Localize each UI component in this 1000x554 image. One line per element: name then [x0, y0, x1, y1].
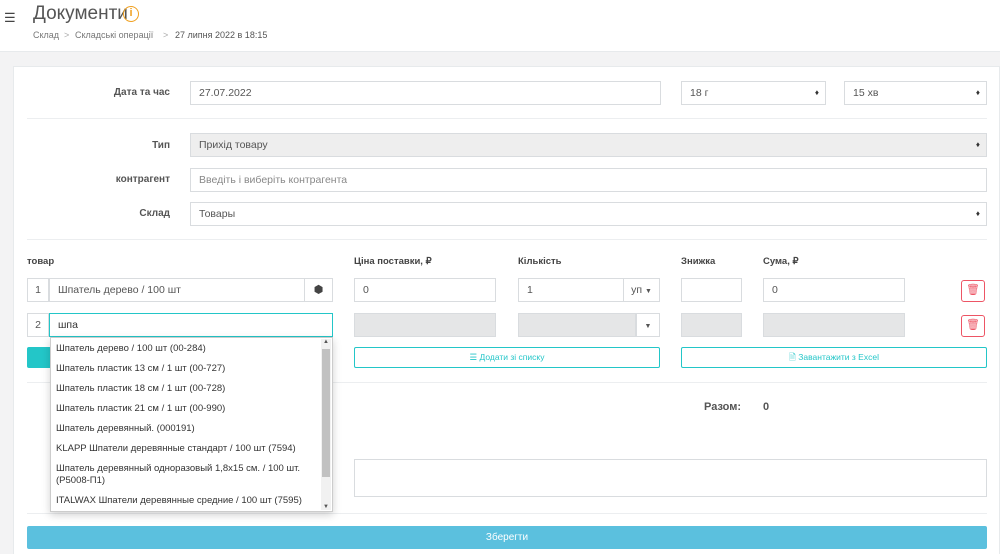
breadcrumb-separator: >	[163, 30, 169, 40]
hour-select[interactable]: 18 г	[681, 81, 826, 105]
autocomplete-dropdown: Шпатель дерево / 100 шт (00-284) Шпатель…	[50, 337, 333, 512]
price-input[interactable]: 0	[354, 278, 496, 302]
col-header-discount: Знижка	[681, 256, 716, 267]
cube-icon[interactable]: ⬢	[304, 278, 333, 302]
scroll-down-icon[interactable]: ▼	[322, 504, 330, 510]
page-title: Документи	[33, 3, 128, 24]
suggestion-item[interactable]: Шпатель деревянный одноразовый 1,8х15 см…	[56, 463, 322, 487]
divider	[27, 239, 987, 240]
suggestion-item[interactable]: ITALWAX Шпатели деревянные средние / 100…	[56, 495, 322, 507]
warehouse-select[interactable]: Товары	[190, 202, 987, 226]
save-button[interactable]: Зберегти	[27, 526, 987, 549]
breadcrumb-separator: >	[64, 30, 70, 40]
suggestion-item[interactable]: Шпатель пластик 18 см / 1 шт (00-728)	[56, 383, 322, 395]
info-icon[interactable]: i	[123, 6, 139, 22]
breadcrumb-current: 27 липня 2022 в 18:15	[175, 30, 268, 40]
delete-row-button[interactable]: 🗑	[961, 280, 985, 302]
col-header-sum: Сума, ₽	[763, 256, 799, 267]
caret-down-icon: ▼	[644, 323, 652, 330]
unit-dropdown[interactable]: уп ▼	[623, 278, 660, 302]
scrollbar-thumb[interactable]	[322, 349, 330, 477]
suggestion-item[interactable]: Шпатель дерево / 100 шт (00-284)	[56, 343, 322, 355]
scrollbar[interactable]: ▲ ▼	[321, 339, 331, 510]
suggestion-item[interactable]: Шпатель пластик 21 см / 1 шт (00-990)	[56, 403, 322, 415]
type-label: Тип	[152, 140, 170, 151]
contractor-input[interactable]: Введіть і виберіть контрагента	[190, 168, 987, 192]
date-label: Дата та час	[113, 87, 170, 98]
col-header-price: Ціна поставки, ₽	[354, 256, 432, 267]
breadcrumb-operations[interactable]: Складські операції	[75, 30, 153, 40]
qty-input	[518, 313, 636, 337]
menu-icon[interactable]: ☰	[4, 11, 16, 24]
caret-down-icon: ▼	[644, 288, 652, 295]
suggestion-item[interactable]: Шпатель деревянный. (000191)	[56, 423, 322, 435]
delete-row-button[interactable]: 🗑	[961, 315, 985, 337]
price-input	[354, 313, 496, 337]
col-header-qty: Кількість	[518, 256, 562, 267]
sum-input	[763, 313, 905, 337]
total-label: Разом:	[704, 401, 742, 413]
breadcrumb-warehouse[interactable]: Склад	[33, 30, 59, 40]
list-icon: ☰	[469, 352, 478, 362]
comment-textarea[interactable]	[354, 459, 987, 497]
discount-input	[681, 313, 742, 337]
discount-input[interactable]	[681, 278, 742, 302]
suggestion-item[interactable]: Шпатель пластик 13 см / 1 шт (00-727)	[56, 363, 322, 375]
total-value: 0	[763, 401, 770, 413]
date-input[interactable]: 27.07.2022	[190, 81, 661, 105]
unit-dropdown[interactable]: ▼	[636, 313, 660, 337]
type-select: Прихід товару	[190, 133, 987, 157]
divider	[27, 118, 987, 119]
suggestion-item[interactable]: KLAPP Шпатели деревянные стандарт / 100 …	[56, 443, 322, 455]
row-number: 1	[27, 278, 49, 302]
trash-icon: 🗑	[966, 319, 980, 331]
top-bar	[0, 0, 1000, 52]
contractor-label: контрагент	[115, 174, 170, 185]
row-number: 2	[27, 313, 49, 337]
minute-select[interactable]: 15 хв	[844, 81, 987, 105]
file-icon: 🗎	[789, 352, 796, 362]
qty-input[interactable]: 1	[518, 278, 624, 302]
warehouse-label: Склад	[139, 208, 170, 219]
col-header-product: товар	[27, 256, 55, 267]
upload-excel-button[interactable]: 🗎 Завантажити з Excel	[681, 347, 987, 368]
sum-input[interactable]: 0	[763, 278, 905, 302]
divider	[27, 513, 987, 514]
scroll-up-icon[interactable]: ▲	[322, 339, 330, 345]
add-from-list-button[interactable]: ☰ Додати зі списку	[354, 347, 660, 368]
trash-icon: 🗑	[966, 284, 980, 296]
product-search-input[interactable]: шпа	[49, 313, 333, 337]
product-input[interactable]: Шпатель дерево / 100 шт	[49, 278, 305, 302]
